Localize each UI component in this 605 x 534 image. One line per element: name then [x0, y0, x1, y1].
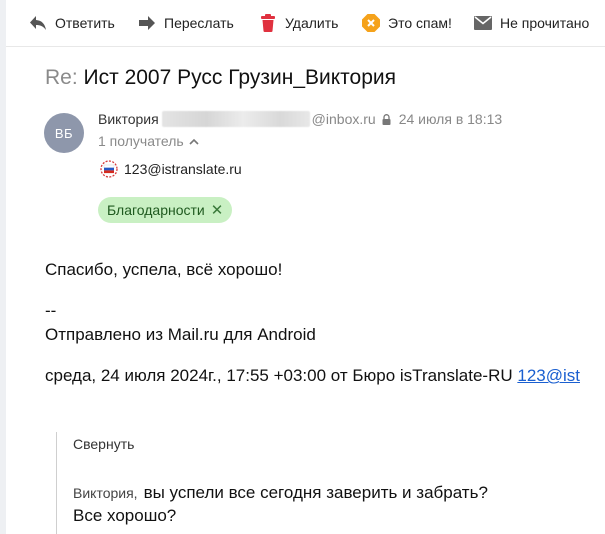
sender-name[interactable]: Виктория — [98, 111, 159, 127]
delete-button[interactable]: Удалить — [258, 12, 338, 34]
recipients-count: 1 получатель — [98, 133, 184, 149]
remove-label-icon[interactable]: ✕ — [211, 201, 224, 219]
unread-label: Не прочитано — [500, 15, 590, 31]
signature-line: Отправлено из Mail.ru для Android — [45, 325, 316, 344]
signature-separator: -- — [45, 301, 57, 320]
quote-header: среда, 24 июля 2024г., 17:55 +03:00 от Б… — [45, 366, 580, 386]
lock-icon — [382, 113, 391, 125]
envelope-icon — [473, 13, 493, 33]
recipient-email: 123@istranslate.ru — [124, 161, 242, 177]
forward-button[interactable]: Переслать — [137, 12, 234, 34]
mark-unread-button[interactable]: Не прочитано — [473, 12, 589, 34]
message-toolbar: Ответить Переслать Удалить Это спам! Не … — [6, 0, 605, 47]
spam-icon — [361, 13, 381, 33]
message-subject: Re: Ист 2007 Русс Грузин_Виктория — [45, 66, 396, 90]
istranslate-logo-icon — [100, 160, 118, 178]
collapse-quote-link[interactable]: Свернуть — [73, 436, 134, 452]
chevron-up-icon — [189, 138, 199, 145]
spam-button[interactable]: Это спам! — [361, 12, 452, 34]
reply-label: Ответить — [55, 15, 115, 31]
subject-prefix: Re: — [45, 66, 78, 89]
quoted-text: Виктория, вы успели все сегодня заверить … — [73, 483, 488, 503]
sender-line: Виктория @inbox.ru 24 июля в 18:13 — [98, 110, 502, 128]
quote-header-text: среда, 24 июля 2024г., 17:55 +03:00 от Б… — [45, 366, 518, 385]
label-text: Благодарности — [107, 202, 205, 218]
quote-border — [56, 432, 59, 534]
forward-label: Переслать — [164, 15, 234, 31]
delete-label: Удалить — [285, 15, 339, 31]
message-date: 24 июля в 18:13 — [398, 111, 503, 127]
sender-redacted — [161, 111, 310, 127]
quote-author: Виктория, — [73, 485, 138, 501]
quote-line-1: вы успели все сегодня заверить и забрать… — [143, 483, 488, 502]
forward-icon — [137, 13, 157, 33]
avatar[interactable]: ВБ — [44, 113, 84, 153]
quote-line-2: Все хорошо? — [73, 506, 177, 525]
trash-icon — [258, 13, 278, 33]
subject-text: Ист 2007 Русс Грузин_Виктория — [83, 66, 397, 89]
recipient-item[interactable]: 123@istranslate.ru — [100, 159, 242, 179]
quote-email-link[interactable]: 123@ist — [517, 366, 580, 385]
spam-label: Это спам! — [388, 15, 452, 31]
recipients-toggle[interactable]: 1 получатель — [98, 132, 199, 150]
mail-view: Ответить Переслать Удалить Это спам! Не … — [6, 0, 605, 534]
body-line: Спасибо, успела, всё хорошо! — [45, 260, 283, 279]
reply-icon — [28, 13, 48, 33]
label-badge[interactable]: Благодарности ✕ — [98, 197, 233, 223]
reply-button[interactable]: Ответить — [28, 12, 115, 34]
sender-domain[interactable]: @inbox.ru — [312, 111, 376, 127]
